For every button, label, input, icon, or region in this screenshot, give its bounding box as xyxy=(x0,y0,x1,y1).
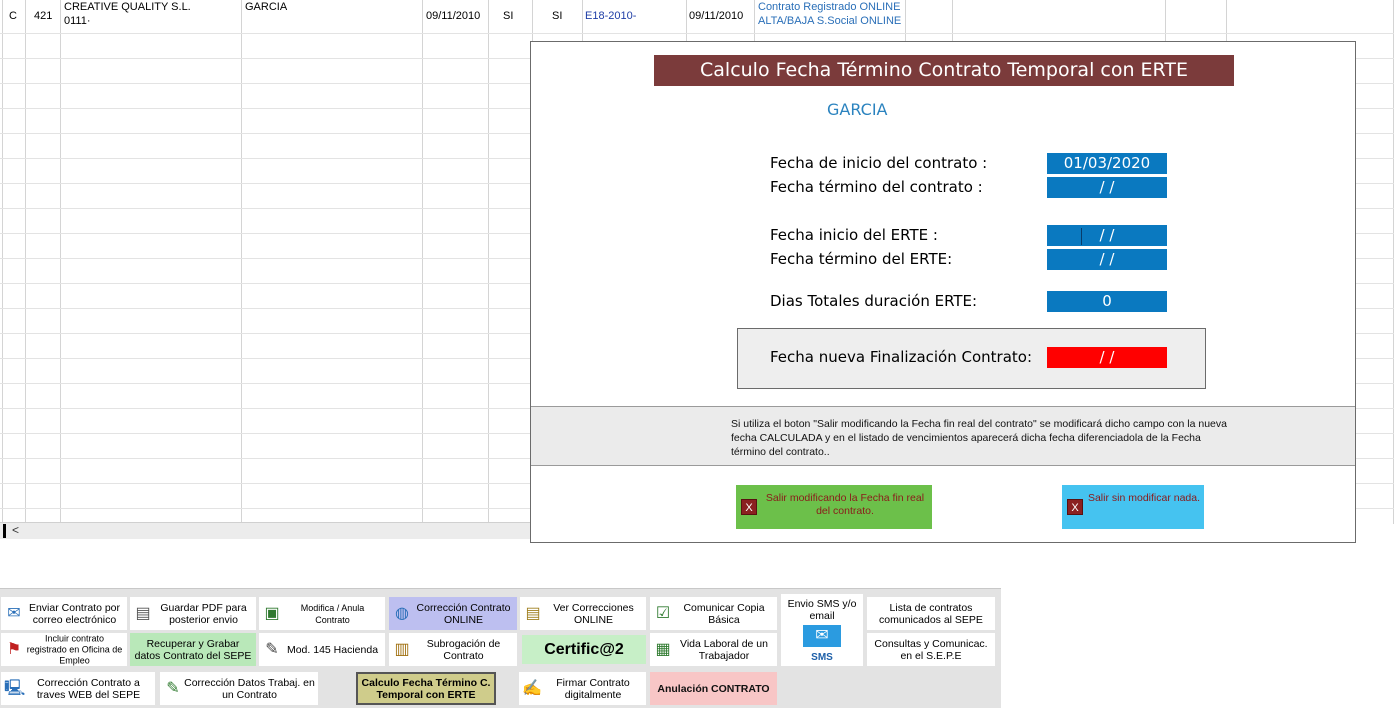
dialog-title: Calculo Fecha Término Contrato Temporal … xyxy=(654,55,1234,86)
save-pdf-label: Guardar PDF para posterior envio xyxy=(160,601,247,626)
certifica-label: Certific@2 xyxy=(544,640,624,658)
send-sms-email-button[interactable]: Envio SMS y/o email ✉ SMS xyxy=(781,594,863,666)
work-history-label: Vida Laboral de un Trabajador xyxy=(680,637,768,662)
label-termino-contrato: Fecha término del contrato : xyxy=(770,178,983,196)
pdf-save-icon: ▤ xyxy=(135,604,151,622)
computer-icon: 🖳 xyxy=(4,679,26,697)
field-termino-erte[interactable]: / / xyxy=(1047,249,1167,270)
edit-pencil-icon: ✎ xyxy=(265,640,279,658)
globe-online-icon: ◍ xyxy=(395,604,409,622)
erte-calc-dialog: Calculo Fecha Término Contrato Temporal … xyxy=(530,41,1356,543)
label-dias-erte: Dias Totales duración ERTE: xyxy=(770,292,978,310)
cell-flag2[interactable]: SI xyxy=(552,10,562,23)
field-inicio-erte[interactable]: / / xyxy=(1047,225,1167,246)
cell-date-start[interactable]: 09/11/2010 xyxy=(426,10,480,23)
edit-user-icon: ✎ xyxy=(166,679,180,697)
field-termino-contrato[interactable]: / / xyxy=(1047,177,1167,198)
horizontal-scrollbar[interactable]: < xyxy=(0,522,530,539)
sepe-queries-button[interactable]: Consultas y Comunicac. en el S.E.P.E xyxy=(867,633,995,666)
check-document-icon: ☑ xyxy=(655,604,671,622)
exit-with-update-label: Salir modificando la Fecha fin real del … xyxy=(765,492,925,517)
communicated-contracts-list-button[interactable]: Lista de contratos comunicados al SEPE xyxy=(867,597,995,630)
book-icon: ▥ xyxy=(394,640,410,658)
list-document-icon: ▦ xyxy=(655,640,671,658)
worker-name: GARCIA xyxy=(827,100,888,119)
modify-cancel-contract-label: Modifica / Anula Contrato xyxy=(300,602,365,625)
label-nueva-finalizacion: Fecha nueva Finalización Contrato: xyxy=(770,348,1033,366)
modify-cancel-contract-button[interactable]: ▣ Modifica / Anula Contrato xyxy=(259,597,385,630)
info-band: Si utiliza el boton "Salir modificando l… xyxy=(531,406,1355,466)
exit-with-update-button[interactable]: X Salir modificando la Fecha fin real de… xyxy=(736,485,932,529)
communicate-copy-label: Comunicar Copia Básica xyxy=(683,601,765,626)
certifica-button[interactable]: Certific@2 xyxy=(522,635,646,664)
info-text: Si utiliza el boton "Salir modificando l… xyxy=(731,418,1227,458)
scroll-left-arrow-icon[interactable]: < xyxy=(12,523,19,537)
cell-surname[interactable]: GARCIA xyxy=(245,1,287,14)
worker-data-correction-button[interactable]: ✎ Corrección Datos Trabaj. en un Contrat… xyxy=(160,672,318,705)
cell-flag1[interactable]: SI xyxy=(503,10,513,23)
field-dias-erte[interactable]: 0 xyxy=(1047,291,1167,312)
envelope-icon: ✉ xyxy=(7,604,21,622)
erte-calc-label: Calculo Fecha Término C. Temporal con ER… xyxy=(361,676,491,701)
cancel-contract-button[interactable]: Anulación CONTRATO xyxy=(650,672,777,705)
close-icon: X xyxy=(1067,499,1083,515)
view-corrections-button[interactable]: ▤ Ver Correcciones ONLINE xyxy=(520,597,646,630)
field-inicio-contrato[interactable]: 01/03/2020 xyxy=(1047,153,1167,174)
send-contract-email-label: Enviar Contrato por correo electrónico xyxy=(28,601,121,626)
worker-data-correction-label: Corrección Datos Trabaj. en un Contrato xyxy=(184,676,315,701)
label-inicio-erte: Fecha inicio del ERTE : xyxy=(770,226,938,244)
text-cursor xyxy=(1081,228,1082,245)
recover-save-sepe-label: Recuperar y Grabar datos Contrato del SE… xyxy=(134,637,252,662)
view-corrections-label: Ver Correcciones ONLINE xyxy=(553,601,634,626)
communicate-copy-button[interactable]: ☑ Comunicar Copia Básica xyxy=(650,597,777,630)
save-pdf-button[interactable]: ▤ Guardar PDF para posterior envio xyxy=(130,597,256,630)
subrogation-button[interactable]: ▥ Subrogación de Contrato xyxy=(389,633,517,666)
cell-status-registered[interactable]: Contrato Registrado ONLINE xyxy=(758,1,900,14)
web-correction-label: Corrección Contrato a traves WEB del SEP… xyxy=(36,676,141,701)
document-list-icon: ▤ xyxy=(525,604,541,622)
mail-sms-icon: ✉ xyxy=(803,625,841,647)
cell-number[interactable]: 421 xyxy=(34,10,52,23)
subrogation-label: Subrogación de Contrato xyxy=(426,637,501,662)
mod145-button[interactable]: ✎ Mod. 145 Hacienda xyxy=(259,633,385,666)
cell-status-ss[interactable]: ALTA/BAJA S.Social ONLINE xyxy=(758,15,901,28)
cell-company[interactable]: CREATIVE QUALITY S.L. xyxy=(64,1,191,14)
web-correction-button[interactable]: 🖳 Corrección Contrato a traves WEB del S… xyxy=(1,672,155,705)
sign-contract-label: Firmar Contrato digitalmente xyxy=(556,676,630,701)
online-correction-button[interactable]: ◍ Corrección Contrato ONLINE xyxy=(389,597,517,630)
bottom-toolbar: ✉ Enviar Contrato por correo electrónico… xyxy=(0,588,1001,708)
edit-contract-icon: ▣ xyxy=(264,604,280,622)
signature-icon: ✍ xyxy=(522,679,542,697)
mod145-label: Mod. 145 Hacienda xyxy=(286,643,379,656)
online-correction-label: Corrección Contrato ONLINE xyxy=(416,601,511,626)
cancel-contract-label: Anulación CONTRATO xyxy=(657,682,770,695)
work-history-button[interactable]: ▦ Vida Laboral de un Trabajador xyxy=(650,633,777,666)
label-inicio-contrato: Fecha de inicio del contrato : xyxy=(770,154,988,172)
send-contract-email-button[interactable]: ✉ Enviar Contrato por correo electrónico xyxy=(1,597,127,630)
include-registered-contract-button[interactable]: ⚑ Incluir contrato registrado en Oficina… xyxy=(1,633,127,666)
sign-contract-button[interactable]: ✍ Firmar Contrato digitalmente xyxy=(519,672,646,705)
cell-company-code[interactable]: 0111· xyxy=(64,15,91,28)
exit-without-update-button[interactable]: X Salir sin modificar nada. xyxy=(1062,485,1204,529)
erte-calc-button[interactable]: Calculo Fecha Término C. Temporal con ER… xyxy=(356,672,496,705)
communicated-contracts-list-label: Lista de contratos comunicados al SEPE xyxy=(879,601,983,626)
sepe-queries-label: Consultas y Comunicac. en el S.E.P.E xyxy=(874,637,988,662)
send-sms-email-label: Envio SMS y/o email xyxy=(787,598,857,622)
cell-contract-ref[interactable]: E18-2010- xyxy=(585,10,636,23)
cell-type[interactable]: C xyxy=(9,10,17,23)
close-icon: X xyxy=(741,499,757,515)
recover-save-sepe-button[interactable]: Recuperar y Grabar datos Contrato del SE… xyxy=(130,633,256,666)
exit-without-update-label: Salir sin modificar nada. xyxy=(1087,492,1201,504)
field-nueva-finalizacion[interactable]: / / xyxy=(1047,347,1167,368)
cell-date-end[interactable]: 09/11/2010 xyxy=(689,10,743,23)
label-termino-erte: Fecha término del ERTE: xyxy=(770,250,953,268)
include-registered-contract-label: Incluir contrato registrado en Oficina d… xyxy=(26,633,123,665)
sms-label: SMS xyxy=(811,652,833,663)
flag-icon: ⚑ xyxy=(6,640,22,658)
scroll-thumb[interactable] xyxy=(3,524,6,538)
